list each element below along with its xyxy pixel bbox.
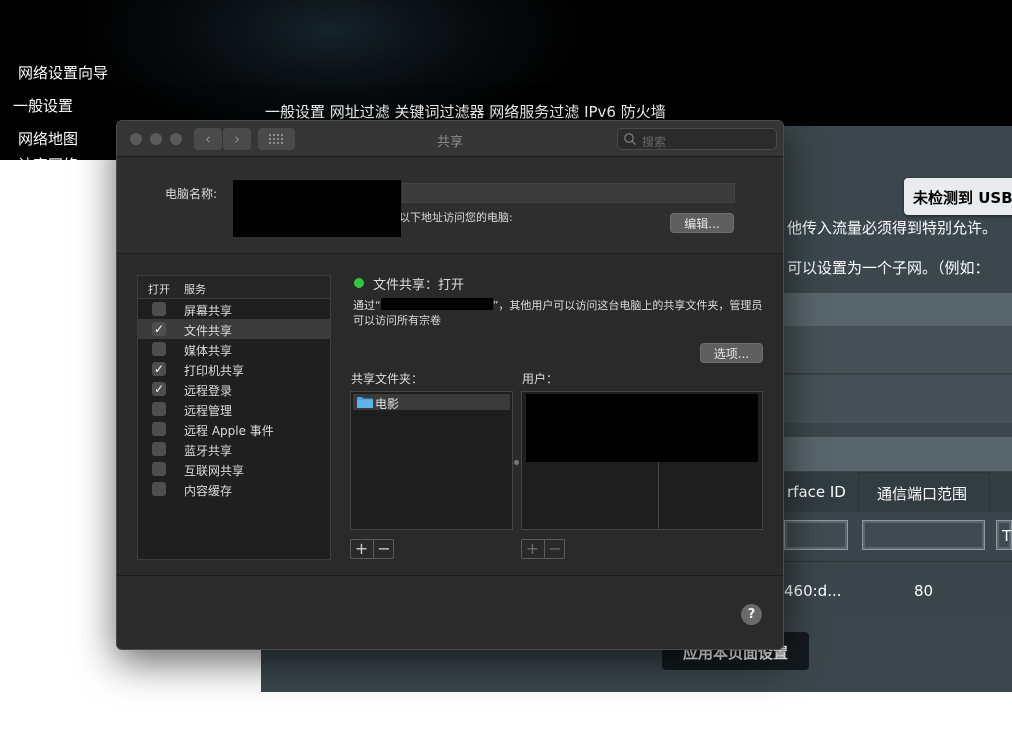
redacted-address [380,298,493,310]
add-user-button[interactable]: + [522,540,543,558]
desc-prefix: 通过“ [353,299,381,312]
service-status-title: 文件共享：打开 [373,278,465,293]
service-checkbox[interactable] [152,302,166,316]
usb-status-badge: 未检测到 USB [904,178,1012,215]
service-row[interactable]: 蓝牙共享 [138,439,330,459]
sharing-window: ‹ › 共享 搜索 电脑名称: 以下地址访问您的电脑: 编辑... 打开 服务 … [116,120,784,650]
folder-add-remove: + − [350,539,394,559]
service-row[interactable]: ✓ 远程登录 [138,379,330,399]
folder-name: 电影 [375,397,400,411]
service-row[interactable]: ✓ 文件共享 [138,319,330,339]
service-checkbox[interactable] [152,402,166,416]
table-header-port-range: 通信端口范围 [877,485,968,503]
service-label: 远程管理 [184,404,233,418]
help-button[interactable]: ? [741,604,762,625]
service-checkbox[interactable] [152,422,166,436]
service-label: 文件共享 [184,324,233,338]
address-hint-text: 以下地址访问您的电脑: [399,211,513,224]
shared-folders-label: 共享文件夹： [351,372,424,386]
bg-row [784,326,1012,374]
redacted-users [526,394,758,462]
divider [117,253,783,254]
header-service: 服务 [184,283,206,296]
service-checkbox[interactable] [152,462,166,476]
service-checkbox[interactable]: ✓ [152,362,166,376]
service-row[interactable]: 远程 Apple 事件 [138,419,330,439]
remove-user-button[interactable]: − [544,540,565,558]
service-label: 蓝牙共享 [184,444,233,458]
service-row[interactable]: 媒体共享 [138,339,330,359]
divider [117,575,783,576]
service-checkbox[interactable]: ✓ [152,382,166,396]
search-placeholder: 搜索 [642,135,667,149]
service-row[interactable]: 内容缓存 [138,479,330,499]
window-titlebar[interactable]: ‹ › 共享 搜索 [117,121,783,157]
nav-network-wizard[interactable]: 网络设置向导 [18,62,108,83]
options-button[interactable]: 选项... [700,343,763,363]
bg-section-bar [784,437,1012,471]
nav-general-settings[interactable]: 一般设置 [13,95,73,116]
service-label: 互联网共享 [184,464,245,478]
search-field[interactable]: 搜索 [617,128,777,150]
search-icon [624,133,636,145]
service-checkbox[interactable]: ✓ [152,322,166,336]
users-list[interactable] [521,391,763,530]
service-row[interactable]: 互联网共享 [138,459,330,479]
interface-id-input[interactable] [784,520,848,550]
service-row[interactable]: ✓ 打印机共享 [138,359,330,379]
split-handle[interactable] [514,460,519,465]
router-tabs[interactable]: 一般设置 网址过滤 关键词过滤器 网络服务过滤 IPv6 防火墙 [265,101,666,122]
service-label: 内容缓存 [184,484,233,498]
edit-button[interactable]: 编辑... [670,213,734,233]
bg-row [784,375,1012,423]
header-on: 打开 [148,283,170,296]
nav-network-map[interactable]: 网络地图 [18,128,78,149]
service-label: 媒体共享 [184,344,233,358]
service-label: 远程登录 [184,384,233,398]
computer-name-label: 电脑名称: [165,187,218,201]
port-range-input[interactable] [862,520,985,550]
users-label: 用户： [522,372,559,386]
service-row[interactable]: 远程管理 [138,399,330,419]
service-checkbox[interactable] [152,342,166,356]
protocol-select-value: T [1002,527,1012,545]
table-header-interface-id: rface ID [787,483,846,501]
add-folder-button[interactable]: + [351,540,372,558]
table-cell-interface: 460:d... [784,582,842,600]
bg-section-bar [784,293,1012,326]
user-add-remove: + − [521,539,565,559]
status-indicator [354,278,364,288]
service-label: 远程 Apple 事件 [184,424,274,438]
service-label: 打印机共享 [184,364,245,378]
service-description: 通过“ ”，其他用户可以访问这台电脑上的共享文件夹，管理员可以访问所有宗卷 [353,298,765,328]
service-checkbox[interactable] [152,482,166,496]
folder-icon [357,397,373,408]
list-item[interactable]: 电影 [353,394,510,411]
service-list-header: 打开 服务 [138,276,330,299]
nav-guest-network[interactable]: 访客网络 [18,154,78,160]
window-footer [117,576,783,649]
firewall-desc-text: 他传入流量必须得到特别允许。 [787,219,998,237]
redacted-computer-name [233,180,401,237]
remove-folder-button[interactable]: − [373,540,394,558]
shared-folders-list[interactable]: 电影 [350,391,513,530]
service-row[interactable]: 屏幕共享 [138,299,330,319]
column-divider [658,462,659,529]
service-checkbox[interactable] [152,442,166,456]
subnet-desc-text: 可以设置为一个子网。（例如： [787,259,990,277]
service-list[interactable]: 打开 服务 屏幕共享 ✓ 文件共享媒体共享 ✓ 打印机共享 ✓ 远程登录远程管理远程 App… [137,275,331,560]
computer-name-field[interactable] [402,183,735,203]
service-label: 屏幕共享 [184,304,233,318]
table-cell-port: 80 [914,582,934,600]
computer-name-section [117,158,783,253]
